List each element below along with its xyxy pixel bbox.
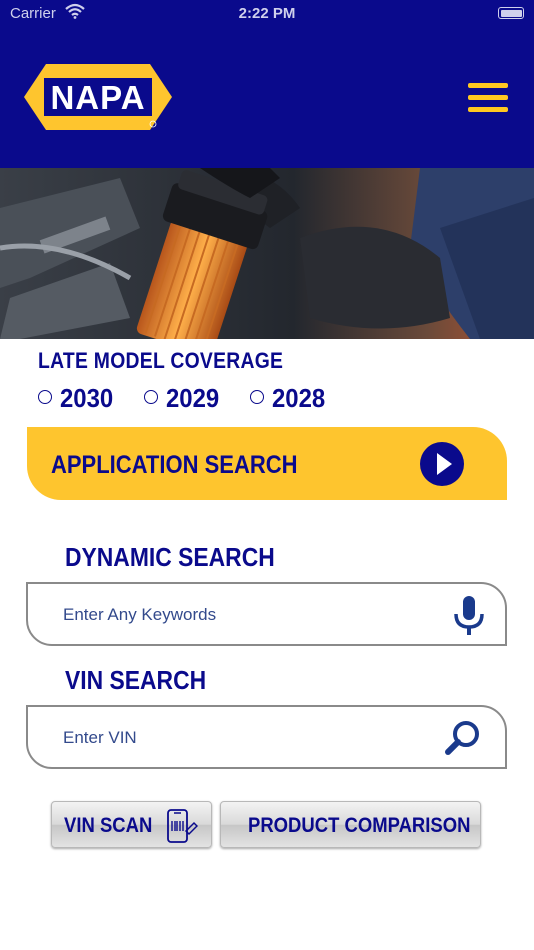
play-arrow-icon[interactable] — [420, 442, 464, 486]
vin-scan-button[interactable]: VIN SCAN — [51, 801, 212, 848]
vin-input[interactable] — [61, 724, 425, 752]
application-search-button[interactable]: APPLICATION SEARCH — [27, 427, 507, 500]
dynamic-search-title: DYNAMIC SEARCH — [65, 542, 275, 572]
logo-text: NAPA — [50, 79, 145, 116]
dynamic-search-field[interactable] — [26, 582, 507, 646]
radio-button-icon[interactable] — [144, 390, 158, 404]
vin-scan-label: VIN SCAN — [64, 814, 153, 837]
year-label: 2028 — [272, 383, 326, 413]
year-option-2028[interactable]: 2028 — [250, 383, 330, 413]
hero-banner-image — [0, 168, 534, 339]
year-option-2030[interactable]: 2030 — [38, 383, 118, 413]
app-header: NAPA — [0, 28, 534, 168]
battery-icon — [498, 7, 524, 19]
radio-button-icon[interactable] — [250, 390, 264, 404]
product-comparison-button[interactable]: PRODUCT COMPARISON — [220, 801, 481, 848]
phone-barcode-scan-icon — [167, 809, 198, 843]
year-option-2029[interactable]: 2029 — [144, 383, 224, 413]
late-model-coverage-title: LATE MODEL COVERAGE — [38, 348, 284, 373]
clock-time: 2:22 PM — [238, 5, 296, 22]
napa-logo: NAPA — [24, 64, 172, 130]
application-search-label: APPLICATION SEARCH — [51, 451, 298, 479]
vin-search-field[interactable] — [26, 705, 507, 769]
year-label: 2030 — [60, 383, 114, 413]
keyword-search-input[interactable] — [61, 601, 425, 629]
product-comparison-label: PRODUCT COMPARISON — [248, 814, 471, 837]
status-bar: Carrier 2:22 PM — [0, 0, 534, 28]
mechanic-oil-filter-photo — [0, 168, 534, 339]
year-label: 2029 — [166, 383, 220, 413]
microphone-icon[interactable] — [453, 596, 485, 636]
hamburger-menu-icon[interactable] — [468, 83, 508, 113]
vin-search-title: VIN SEARCH — [65, 665, 207, 695]
magnifier-icon[interactable] — [443, 719, 483, 759]
radio-button-icon[interactable] — [38, 390, 52, 404]
